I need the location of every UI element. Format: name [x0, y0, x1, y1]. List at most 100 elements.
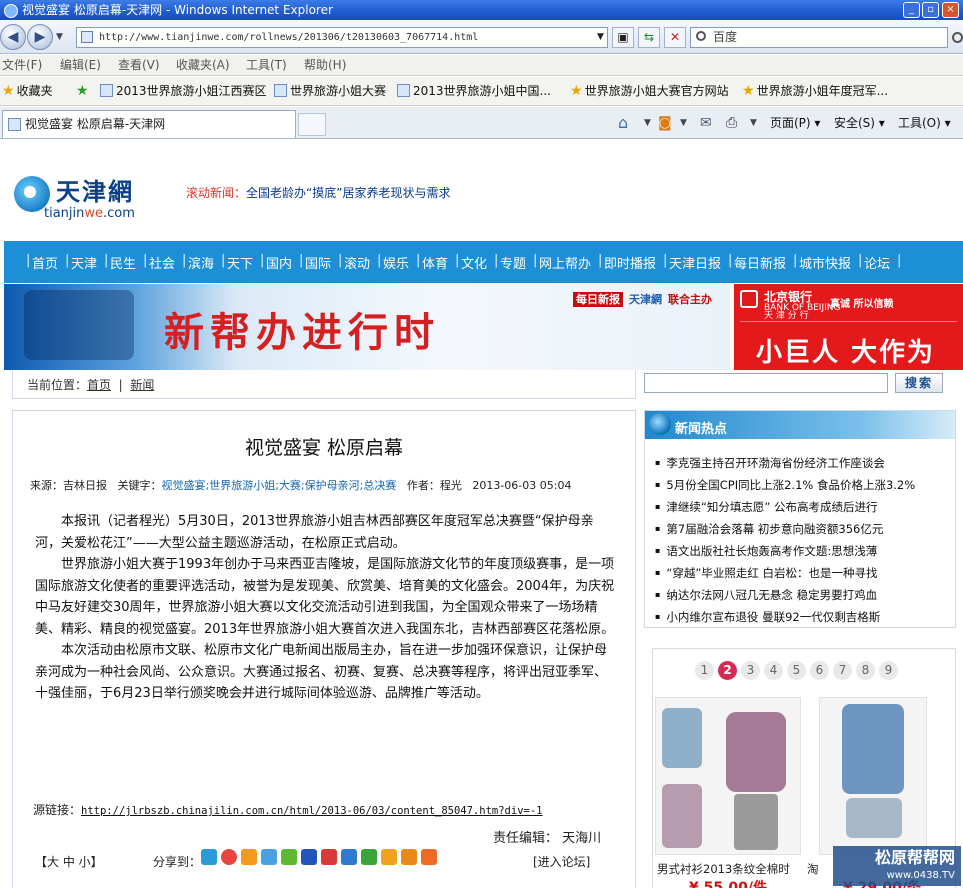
banner-ad[interactable]: 新帮办进行时 每日新报 天津網 联合主办 — [4, 284, 730, 370]
new-tab-button[interactable] — [298, 113, 326, 136]
menu-help[interactable]: 帮助(H) — [304, 55, 346, 75]
list-item[interactable]: 纳达尔法网八冠几无悬念 稳定男要打鸡血 — [655, 587, 951, 609]
share-renren-icon[interactable] — [241, 849, 257, 865]
share-taobao-icon[interactable] — [421, 849, 437, 865]
print-icon[interactable]: ⎙ — [726, 112, 737, 134]
fav-item-1[interactable]: 2013世界旅游小姐江西赛区 — [100, 77, 267, 106]
address-input[interactable]: http://www.tianjinwe.com/rollnews/201306… — [76, 27, 608, 48]
favorites-button[interactable]: ★ 收藏夹 — [2, 77, 53, 106]
home-icon[interactable]: ⌂ — [618, 112, 628, 134]
tools-menu[interactable]: 工具(O) ▾ — [898, 112, 951, 134]
page-menu[interactable]: 页面(P) ▾ — [770, 112, 820, 134]
share-tqq-icon[interactable] — [261, 849, 277, 865]
share-baidu-icon[interactable] — [381, 849, 397, 865]
nav-item[interactable]: 网上帮办 — [539, 253, 591, 272]
ad-page-button[interactable]: 9 — [879, 661, 898, 680]
nav-item[interactable]: 天津日报 — [669, 253, 721, 272]
compat-view-icon[interactable]: ▣ — [612, 27, 634, 48]
nav-item[interactable]: 天下 — [227, 253, 253, 272]
product-image-jeans[interactable] — [819, 697, 927, 855]
back-button[interactable]: ◀ — [0, 24, 26, 50]
product-caption[interactable]: 男式衬衫2013条纹全棉时 — [657, 861, 790, 877]
print-dropdown-icon[interactable]: ▼ — [750, 112, 757, 134]
share-t-icon[interactable] — [401, 849, 417, 865]
nav-item[interactable]: 天津 — [71, 253, 97, 272]
nav-item[interactable]: 滚动 — [344, 253, 370, 272]
list-item[interactable]: 李克强主持召开环渤海省份经济工作座谈会 — [655, 455, 951, 477]
share-weibo-icon[interactable] — [221, 849, 237, 865]
nav-item[interactable]: 文化 — [461, 253, 487, 272]
maximize-button[interactable]: ▫ — [922, 2, 939, 18]
product-image-shirt[interactable] — [655, 697, 801, 855]
nav-item[interactable]: 民生 — [110, 253, 136, 272]
nav-item[interactable]: 国际 — [305, 253, 331, 272]
menu-favorites[interactable]: 收藏夹(A) — [176, 55, 230, 75]
mail-icon[interactable]: ✉ — [700, 112, 712, 134]
enter-forum-link[interactable]: [进入论坛] — [533, 853, 590, 870]
address-dropdown-icon[interactable]: ▼ — [592, 28, 609, 49]
minimize-button[interactable]: _ — [903, 2, 920, 18]
nav-item[interactable]: 城市快报 — [799, 253, 851, 272]
fav-item-3[interactable]: 2013世界旅游小姐中国... — [397, 77, 551, 106]
list-item[interactable]: 小内维尔宣布退役 曼联92一代仅剩吉格斯 — [655, 609, 951, 631]
nav-item[interactable]: 娱乐 — [383, 253, 409, 272]
bank-ad[interactable]: 北京银行 BANK OF BEIJING 真诚 所以信赖 天 津 分 行 小巨人… — [734, 284, 963, 370]
ad-page-button[interactable]: 6 — [810, 661, 829, 680]
site-logo[interactable]: 天津網 tianjinwe.com — [14, 172, 164, 228]
safety-menu[interactable]: 安全(S) ▾ — [834, 112, 885, 134]
menu-view[interactable]: 查看(V) — [118, 55, 160, 75]
fav-item-5[interactable]: ★ 世界旅游小姐年度冠军... — [742, 77, 888, 106]
font-size-switch[interactable]: 【大 中 小】 — [35, 853, 103, 870]
breadcrumb-home[interactable]: 首页 — [87, 378, 111, 392]
keywords-links[interactable]: 视觉盛宴;世界旅游小姐;大赛;保护母亲河;总决赛 — [162, 479, 397, 492]
ad-page-button[interactable]: 5 — [787, 661, 806, 680]
home-dropdown-icon[interactable]: ▼ — [644, 112, 651, 134]
menu-tools[interactable]: 工具(T) — [246, 55, 287, 75]
share-qzone-icon[interactable] — [201, 849, 217, 865]
ad-page-button[interactable]: 2 — [718, 661, 737, 680]
nav-item[interactable]: 滨海 — [188, 253, 214, 272]
ad-page-button[interactable]: 8 — [856, 661, 875, 680]
forward-button[interactable]: ▶ — [27, 24, 53, 50]
nav-item[interactable]: 首页 — [32, 253, 58, 272]
search-input[interactable]: 百度 — [690, 27, 948, 48]
nav-item[interactable]: 专题 — [500, 253, 526, 272]
list-item[interactable]: 津继续“知分填志愿” 公布高考成绩后进行 — [655, 499, 951, 521]
ticker-link[interactable]: 全国老龄办“摸底”居家养老现状与需求 — [246, 186, 450, 200]
share-sohu-icon[interactable] — [361, 849, 377, 865]
refresh-icon[interactable]: ⇆ — [638, 27, 660, 48]
share-douban-icon[interactable] — [321, 849, 337, 865]
search-go-icon[interactable] — [952, 32, 963, 43]
source-link[interactable]: http://jlrbszb.chinajilin.com.cn/html/20… — [81, 805, 542, 817]
list-item[interactable]: 第7届融洽会落幕 初步意向融资额356亿元 — [655, 521, 951, 543]
fav-item-4[interactable]: ★ 世界旅游小姐大赛官方网站 — [570, 77, 729, 106]
ad-page-button[interactable]: 1 — [695, 661, 714, 680]
product-caption[interactable]: 淘 — [807, 861, 819, 877]
feeds-icon[interactable]: ◙ — [658, 112, 672, 134]
menu-edit[interactable]: 编辑(E) — [60, 55, 101, 75]
tab-current[interactable]: 视觉盛宴 松原启幕-天津网 — [2, 110, 296, 138]
breadcrumb-news[interactable]: 新闻 — [130, 378, 154, 392]
site-search-button[interactable]: 搜索 — [895, 373, 943, 393]
list-item[interactable]: 5月份全国CPI同比上涨2.1% 食品价格上涨3.2% — [655, 477, 951, 499]
ad-page-button[interactable]: 3 — [741, 661, 760, 680]
add-favorite-icon[interactable]: ★ — [76, 77, 91, 106]
list-item[interactable]: “穿越”毕业照走红 白岩松：也是一种寻找 — [655, 565, 951, 587]
share-hi-icon[interactable] — [301, 849, 317, 865]
menu-file[interactable]: 文件(F) — [2, 55, 42, 75]
list-item[interactable]: 语文出版社社长炮轰高考作文题:思想浅薄 — [655, 543, 951, 565]
site-search-input[interactable] — [644, 373, 888, 393]
stop-icon[interactable]: ✕ — [664, 27, 686, 48]
nav-item[interactable]: 每日新报 — [734, 253, 786, 272]
close-window-button[interactable]: × — [942, 2, 959, 18]
share-people-icon[interactable] — [341, 849, 357, 865]
nav-item[interactable]: 即时播报 — [604, 253, 656, 272]
ad-page-button[interactable]: 4 — [764, 661, 783, 680]
fav-item-2[interactable]: 世界旅游小姐大赛 — [274, 77, 386, 106]
history-dropdown-icon[interactable]: ▼ — [56, 32, 63, 42]
nav-item[interactable]: 国内 — [266, 253, 292, 272]
nav-item[interactable]: 论坛 — [864, 253, 890, 272]
ad-page-button[interactable]: 7 — [833, 661, 852, 680]
nav-item[interactable]: 社会 — [149, 253, 175, 272]
share-kaixin-icon[interactable] — [281, 849, 297, 865]
